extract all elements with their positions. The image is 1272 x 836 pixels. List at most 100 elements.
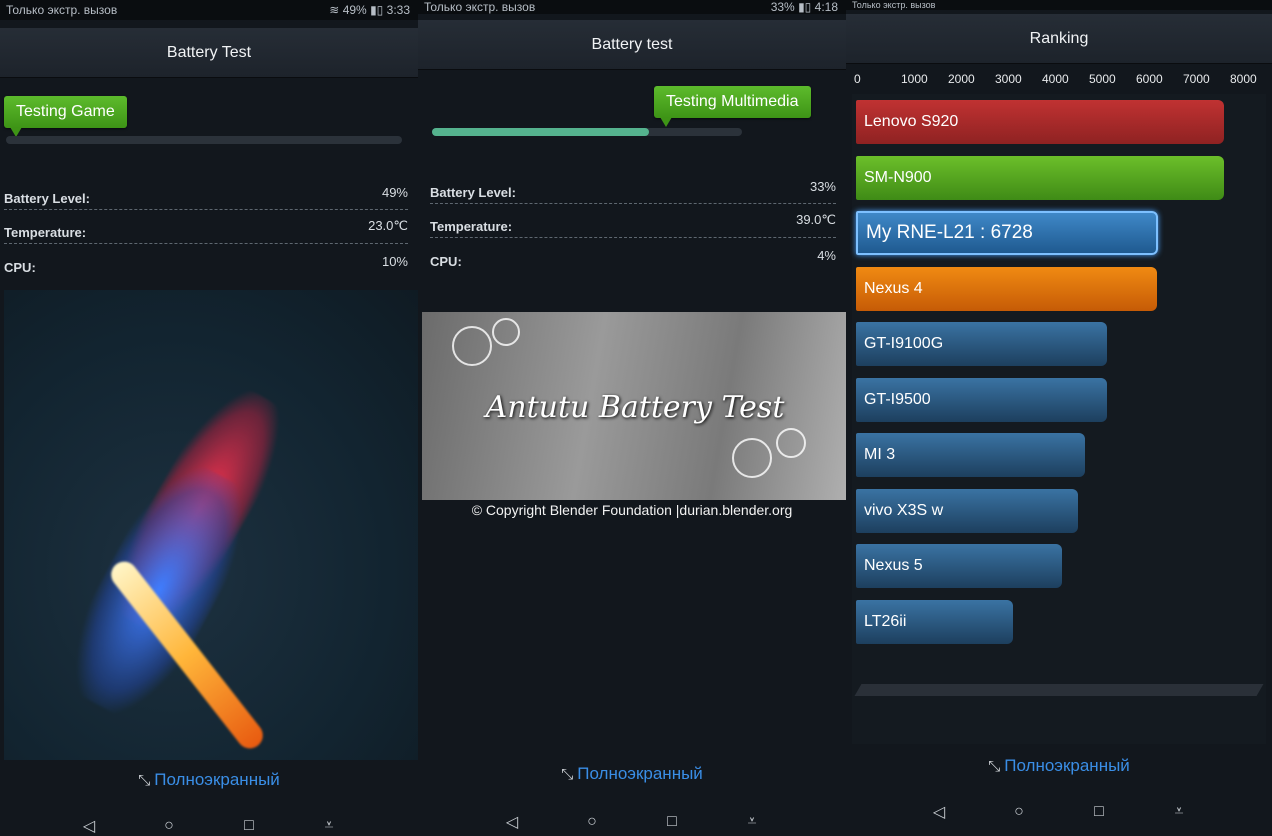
- back-icon[interactable]: ◁: [927, 800, 951, 824]
- nav-bar: ◁ ○ □ ⩡: [418, 802, 846, 836]
- stat-value: 33%: [809, 179, 836, 194]
- ranking-bar-label: Nexus 5: [864, 557, 923, 574]
- notifications-icon[interactable]: ⩡: [1167, 800, 1191, 824]
- ranking-bar: MI 3: [856, 433, 1085, 477]
- ranking-bar-label: MI 3: [864, 446, 896, 463]
- ranking-bar: Nexus 4: [856, 266, 1157, 311]
- nav-bar: ◁ ○ □ ⩡: [0, 806, 418, 836]
- stat-value: 39.0℃: [796, 212, 836, 227]
- page-title: Battery Test: [0, 28, 418, 78]
- ranking-chart: Lenovo S920 SM-N900 My RNE-L21 : 6728 Nexus…: [852, 94, 1266, 744]
- home-icon[interactable]: ○: [157, 814, 181, 836]
- stat-temperature: Temperature: 23.0℃: [4, 214, 408, 244]
- carrier-text: Только экстр. вызов: [424, 0, 536, 14]
- stat-temperature: Temperature: 39.0℃: [430, 208, 836, 238]
- battery-icon: ▮▯: [370, 3, 384, 17]
- ranking-bar: GT-I9500: [856, 377, 1107, 422]
- test-info: Testing Multimedia Battery Level: 33% Te…: [418, 70, 846, 280]
- ranking-bar-label: My RNE-L21 : 6728: [866, 222, 1033, 243]
- screenshot-collage: Только экстр. вызов ≋ 49% ▮▯ 3:33 Batter…: [0, 0, 1272, 836]
- ranking-bar-label: Nexus 4: [864, 279, 923, 297]
- ornament-swirl: [732, 438, 772, 478]
- fullscreen-link[interactable]: ⤡ Полноэкранный: [418, 764, 846, 784]
- notifications-icon[interactable]: ⩡: [317, 814, 341, 836]
- progress-track: [6, 136, 402, 144]
- stat-label: CPU:: [4, 260, 36, 275]
- home-icon[interactable]: ○: [1007, 800, 1031, 824]
- axis-tick-label: 7000: [1183, 72, 1210, 86]
- ornament-swirl: [492, 318, 520, 346]
- ranking-bar-label: LT26ii: [864, 612, 907, 630]
- ranking-bar: Lenovo S920: [856, 100, 1224, 144]
- battery-test-multimedia-panel: Только экстр. вызов 33% ▮▯ 4:18 Battery …: [418, 0, 846, 836]
- stat-label: Temperature:: [430, 219, 513, 234]
- stat-label: Battery Level:: [4, 191, 90, 206]
- ranking-bar: vivo X3S w: [856, 488, 1078, 533]
- stat-cpu: CPU: 4%: [430, 242, 836, 272]
- progress-track: [432, 128, 742, 136]
- fullscreen-label: Полноэкранный: [154, 770, 280, 789]
- back-icon[interactable]: ◁: [500, 810, 524, 834]
- stat-value: 23.0℃: [368, 218, 408, 233]
- stat-label: Battery Level:: [430, 185, 516, 200]
- ranking-bar-label: vivo X3S w: [864, 501, 944, 519]
- status-badge: Testing Game: [4, 96, 127, 137]
- status-bar: Только экстр. вызов ≋ 49% ▮▯ 3:33: [0, 0, 418, 20]
- wifi-icon: ≋: [329, 3, 340, 17]
- ranking-bar-my-device: My RNE-L21 : 6728: [856, 211, 1158, 255]
- test-info: Testing Game Battery Level: 49% Temperat…: [0, 78, 418, 290]
- fullscreen-link[interactable]: ⤡ Полноэкранный: [0, 770, 418, 790]
- fullscreen-label: Полноэкранный: [1004, 756, 1130, 775]
- page-title: Battery test: [418, 20, 846, 70]
- game-test-animation: [4, 290, 418, 760]
- stat-battery-level: Battery Level: 49%: [4, 180, 408, 210]
- ranking-bar-label: GT-I9500: [864, 390, 931, 408]
- stat-label: CPU:: [430, 254, 462, 269]
- recents-icon[interactable]: □: [1087, 800, 1111, 824]
- clock: 3:33: [386, 3, 410, 17]
- axis-tick-label: 2000: [948, 72, 975, 86]
- axis-tick-label: 4000: [1042, 72, 1069, 86]
- clock: 4:18: [814, 0, 838, 14]
- stat-cpu: CPU: 10%: [4, 248, 408, 278]
- axis-tick-label: 0: [854, 72, 861, 86]
- stat-value: 49%: [381, 185, 408, 200]
- ornament-swirl: [452, 326, 492, 366]
- battery-percent: 33%: [770, 0, 795, 14]
- expand-icon: ⤡: [988, 758, 1001, 775]
- ranking-bar: LT26ii: [856, 599, 1013, 644]
- progress-fill: [432, 128, 649, 136]
- status-bar: Только экстр. вызов: [846, 0, 1272, 10]
- recents-icon[interactable]: □: [660, 810, 684, 834]
- home-icon[interactable]: ○: [580, 810, 604, 834]
- fullscreen-label: Полноэкранный: [577, 764, 703, 783]
- ranking-bar-label: SM-N900: [864, 168, 932, 186]
- video-preview: Antutu Battery Test: [422, 312, 846, 500]
- ranking-bar-label: GT-I9100G: [864, 335, 944, 352]
- carrier-text: Только экстр. вызов: [6, 3, 118, 17]
- carrier-text: Только экстр. вызов: [852, 0, 936, 10]
- battery-icon: ▮▯: [798, 0, 812, 14]
- stat-value: 4%: [817, 248, 836, 263]
- copyright-text: © Copyright Blender Foundation |durian.b…: [471, 502, 793, 518]
- axis-tick-label: 1000: [901, 72, 928, 86]
- page-title: Ranking: [846, 14, 1272, 64]
- back-icon[interactable]: ◁: [77, 814, 101, 836]
- ranking-panel: Только экстр. вызов Ranking 0 1000 2000 300…: [846, 0, 1272, 836]
- recents-icon[interactable]: □: [237, 814, 261, 836]
- ranking-bar: GT-I9100G: [856, 322, 1107, 366]
- stat-label: Temperature:: [4, 225, 87, 240]
- notifications-icon[interactable]: ⩡: [740, 810, 764, 834]
- stat-battery-level: Battery Level: 33%: [430, 174, 836, 204]
- fullscreen-link[interactable]: ⤡ Полноэкранный: [846, 756, 1272, 776]
- ranking-bar: Nexus 5: [856, 544, 1062, 588]
- axis-tick-label: 8000: [1230, 72, 1257, 86]
- blue-particle-stream: [49, 449, 269, 731]
- expand-icon: ⤡: [561, 766, 574, 783]
- axis-tick-label: 5000: [1089, 72, 1116, 86]
- nav-bar: ◁ ○ □ ⩡: [846, 792, 1272, 832]
- video-title: Antutu Battery Test: [485, 390, 785, 425]
- stat-value: 10%: [381, 254, 408, 269]
- status-bar: Только экстр. вызов 33% ▮▯ 4:18: [418, 0, 846, 14]
- battery-percent: 49%: [342, 3, 367, 17]
